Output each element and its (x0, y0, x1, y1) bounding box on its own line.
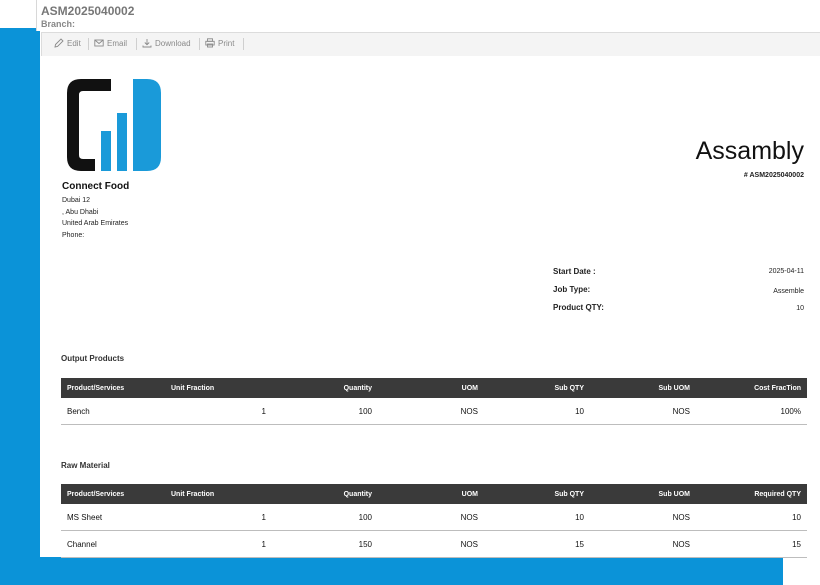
download-icon (142, 39, 152, 48)
output-products-table: Product/Services Unit Fraction Quantity … (61, 378, 807, 425)
quantity-cell: 100 (272, 398, 378, 425)
unit-fraction-cell: 1 (165, 530, 272, 558)
sub-qty-cell: 10 (484, 398, 590, 425)
raw-material-table: Product/Services Unit Fraction Quantity … (61, 484, 807, 558)
company-country: United Arab Emirates (62, 220, 129, 227)
background-blue-footer (0, 557, 783, 585)
column-header: Product/Services (61, 378, 165, 398)
edit-label: Edit (67, 38, 81, 48)
column-header: Sub UOM (590, 378, 696, 398)
edit-button[interactable]: Edit (54, 38, 81, 48)
toolbar-divider (243, 38, 244, 50)
company-logo (67, 79, 161, 171)
toolbar-divider (199, 38, 200, 50)
column-header: Quantity (272, 378, 378, 398)
sub-uom-cell: NOS (590, 530, 696, 558)
table-row: Channel 1 150 NOS 15 NOS 15 (61, 530, 807, 558)
job-type-value: Assemble (773, 288, 804, 295)
toolbar-divider (88, 38, 89, 50)
action-toolbar: Edit Email Download Print (41, 32, 820, 57)
company-phone: Phone: (62, 231, 85, 239)
sub-uom-cell: NOS (590, 504, 696, 531)
raw-material-title: Raw Material (61, 461, 110, 470)
toolbar-divider (136, 38, 137, 50)
uom-cell: NOS (378, 504, 484, 531)
print-button[interactable]: Print (205, 38, 234, 48)
output-products-title: Output Products (61, 354, 125, 363)
table-row: Bench 1 100 NOS 10 NOS 100% (61, 398, 807, 425)
company-address-line1: Dubai 12 (62, 197, 91, 204)
email-label: Email (107, 38, 128, 48)
table-header-row: Product/Services Unit Fraction Quantity … (61, 484, 807, 504)
uom-cell: NOS (378, 530, 484, 558)
document-number: # ASM2025040002 (743, 172, 804, 179)
sub-qty-cell: 10 (484, 504, 590, 531)
column-header: Unit Fraction (165, 378, 272, 398)
product-cell: MS Sheet (61, 504, 165, 531)
cost-fraction-cell: 100% (696, 398, 807, 425)
document-title: Assambly (695, 137, 804, 165)
document-header: ASM2025040002 Branch: (36, 0, 820, 31)
product-cell: Channel (61, 530, 165, 558)
branch-label: Branch: (41, 19, 76, 29)
company-name: Connect Food (62, 181, 130, 192)
table-header-row: Product/Services Unit Fraction Quantity … (61, 378, 807, 398)
table-row: MS Sheet 1 100 NOS 10 NOS 10 (61, 504, 807, 531)
document-id-title: ASM2025040002 (41, 4, 135, 18)
column-header: Sub UOM (590, 484, 696, 504)
required-qty-cell: 10 (696, 504, 807, 531)
download-label: Download (155, 38, 191, 48)
quantity-cell: 150 (272, 530, 378, 558)
document-sheet: Connect Food Dubai 12 , Abu Dhabi United… (41, 56, 820, 558)
email-button[interactable]: Email (94, 38, 127, 48)
product-cell: Bench (61, 398, 165, 425)
unit-fraction-cell: 1 (165, 398, 272, 425)
column-header: Product/Services (61, 484, 165, 504)
job-type-label: Job Type: (553, 285, 591, 294)
column-header: Sub QTY (484, 378, 590, 398)
download-button[interactable]: Download (142, 38, 191, 48)
email-icon (94, 39, 104, 47)
uom-cell: NOS (378, 398, 484, 425)
company-address-line2: , Abu Dhabi (62, 208, 99, 216)
column-header: Unit Fraction (165, 484, 272, 504)
column-header: Sub QTY (484, 484, 590, 504)
background-top-corner (0, 0, 36, 28)
required-qty-cell: 15 (696, 530, 807, 558)
unit-fraction-cell: 1 (165, 504, 272, 531)
product-qty-value: 10 (796, 305, 804, 312)
column-header: Cost FracTion (696, 378, 807, 398)
column-header: Required QTY (696, 484, 807, 504)
print-label: Print (218, 38, 235, 48)
column-header: UOM (378, 378, 484, 398)
sub-uom-cell: NOS (590, 398, 696, 425)
product-qty-label: Product QTY: (553, 303, 604, 312)
print-icon (205, 38, 215, 48)
sub-qty-cell: 15 (484, 530, 590, 558)
column-header: UOM (378, 484, 484, 504)
background-blue-panel (0, 28, 40, 585)
quantity-cell: 100 (272, 504, 378, 531)
start-date-label: Start Date : (553, 267, 596, 276)
start-date-value: 2025-04-11 (768, 268, 804, 275)
edit-icon (54, 38, 64, 48)
column-header: Quantity (272, 484, 378, 504)
company-block: Connect Food Dubai 12 , Abu Dhabi United… (62, 181, 129, 241)
